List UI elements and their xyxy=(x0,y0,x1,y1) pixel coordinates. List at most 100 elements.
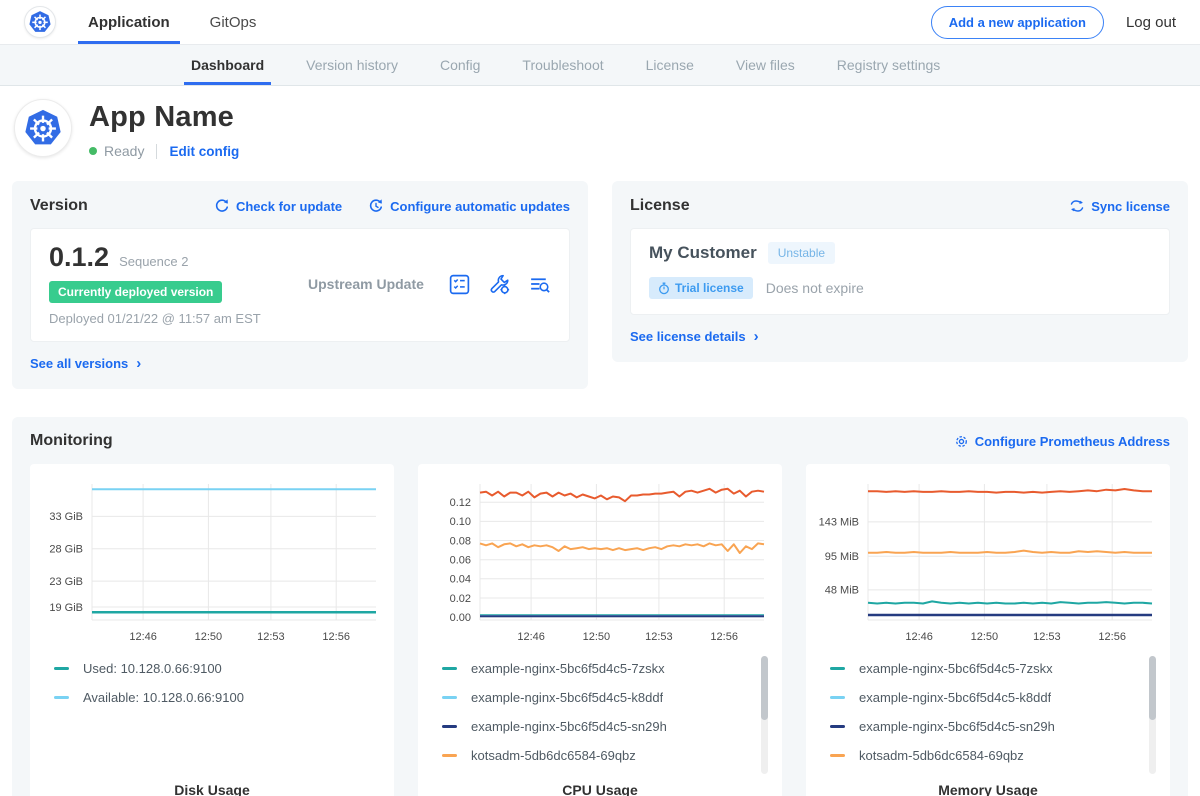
legend-label: example-nginx-5bc6f5d4c5-sn29h xyxy=(471,719,667,734)
legend-label: Used: 10.128.0.66:9100 xyxy=(83,661,222,676)
page-title: App Name xyxy=(89,101,239,134)
legend-swatch xyxy=(830,667,845,670)
edit-config-link[interactable]: Edit config xyxy=(169,144,239,159)
svg-text:0.12: 0.12 xyxy=(450,497,471,509)
svg-text:19 GiB: 19 GiB xyxy=(49,602,83,614)
cpu-usage-chart: 0.000.020.040.060.080.100.1212:4612:5012… xyxy=(428,476,772,648)
app-header: App Name Ready Edit config xyxy=(0,86,1200,173)
legend-scrollbar-thumb[interactable] xyxy=(1149,656,1156,720)
memory-usage-legend: example-nginx-5bc6f5d4c5-7zskxexample-ng… xyxy=(830,654,1160,770)
legend-scrollbar[interactable] xyxy=(1149,656,1156,774)
legend-swatch xyxy=(830,725,845,728)
svg-text:0.04: 0.04 xyxy=(450,574,471,586)
tab-version-history[interactable]: Version history xyxy=(285,45,419,85)
memory-usage-chart-card: 48 MiB95 MiB143 MiB12:4612:5012:5312:56 … xyxy=(806,464,1170,796)
svg-text:23 GiB: 23 GiB xyxy=(49,576,83,588)
divider xyxy=(156,144,157,159)
chevron-right-icon: › xyxy=(754,328,759,345)
legend-label: kotsadm-5db6dc6584-69qbz xyxy=(471,748,636,763)
topnav-tab-label: GitOps xyxy=(210,14,257,31)
current-version-card: 0.1.2 Sequence 2 Currently deployed vers… xyxy=(30,228,570,342)
svg-text:143 MiB: 143 MiB xyxy=(819,517,859,529)
svg-text:12:46: 12:46 xyxy=(517,631,545,643)
monitoring-panel: Monitoring Configure Prometheus Address … xyxy=(12,417,1188,796)
svg-text:33 GiB: 33 GiB xyxy=(49,511,83,523)
legend-item: example-nginx-5bc6f5d4c5-k8ddf xyxy=(442,683,746,712)
svg-text:12:56: 12:56 xyxy=(1098,631,1126,643)
tab-config[interactable]: Config xyxy=(419,45,501,85)
svg-text:12:50: 12:50 xyxy=(195,631,223,643)
memory-usage-chart: 48 MiB95 MiB143 MiB12:4612:5012:5312:56 xyxy=(816,476,1160,648)
check-for-update-link[interactable]: Check for update xyxy=(214,198,342,214)
chevron-right-icon: › xyxy=(136,355,141,372)
configure-automatic-updates-link[interactable]: Configure automatic updates xyxy=(368,198,570,214)
logout-button[interactable]: Log out xyxy=(1126,14,1176,31)
legend-item: example-nginx-5bc6f5d4c5-k8ddf xyxy=(830,683,1134,712)
monitoring-title: Monitoring xyxy=(30,432,113,450)
deployed-timestamp: Deployed 01/21/22 @ 11:57 am EST xyxy=(49,311,304,326)
svg-text:48 MiB: 48 MiB xyxy=(825,585,859,597)
version-panel-title: Version xyxy=(30,197,88,215)
legend-swatch xyxy=(830,696,845,699)
legend-label: example-nginx-5bc6f5d4c5-7zskx xyxy=(471,661,665,676)
preflight-checklist-icon[interactable] xyxy=(448,273,471,296)
legend-label: Available: 10.128.0.66:9100 xyxy=(83,690,244,705)
tab-view-files[interactable]: View files xyxy=(715,45,816,85)
chart-title: CPU Usage xyxy=(428,770,772,796)
chart-title: Disk Usage xyxy=(40,770,384,796)
svg-text:12:50: 12:50 xyxy=(971,631,999,643)
edit-config-wrench-icon[interactable] xyxy=(488,273,511,296)
version-panel: Version Check for update Confi xyxy=(12,181,588,389)
svg-text:12:46: 12:46 xyxy=(905,631,933,643)
svg-text:0.02: 0.02 xyxy=(450,593,471,605)
legend-item: Available: 10.128.0.66:9100 xyxy=(54,683,358,712)
legend-scrollbar-thumb[interactable] xyxy=(761,656,768,720)
currently-deployed-badge: Currently deployed version xyxy=(49,281,222,303)
tab-license[interactable]: License xyxy=(625,45,715,85)
legend-swatch xyxy=(442,754,457,757)
configure-prometheus-link[interactable]: Configure Prometheus Address xyxy=(954,434,1170,449)
legend-item: Used: 10.128.0.66:9100 xyxy=(54,654,358,683)
tab-troubleshoot[interactable]: Troubleshoot xyxy=(501,45,624,85)
legend-label: example-nginx-5bc6f5d4c5-sn29h xyxy=(859,719,1055,734)
svg-text:12:53: 12:53 xyxy=(257,631,285,643)
license-expiry-text: Does not expire xyxy=(766,280,864,296)
refresh-icon xyxy=(214,198,230,214)
see-all-versions-link[interactable]: See all versions › xyxy=(30,355,141,372)
trial-license-badge: Trial license xyxy=(649,277,753,299)
cpu-usage-legend: example-nginx-5bc6f5d4c5-7zskx example-ng… xyxy=(442,654,772,770)
svg-text:95 MiB: 95 MiB xyxy=(825,551,859,563)
add-application-button[interactable]: Add a new application xyxy=(931,6,1104,39)
license-panel-title: License xyxy=(630,197,690,215)
version-number: 0.1.2 xyxy=(49,242,109,273)
tab-dashboard[interactable]: Dashboard xyxy=(170,45,285,85)
version-source-label: Upstream Update xyxy=(304,276,448,292)
customer-name: My Customer xyxy=(649,243,757,263)
legend-swatch xyxy=(54,696,69,699)
kubernetes-logo-icon xyxy=(24,6,56,38)
svg-text:12:56: 12:56 xyxy=(710,631,738,643)
legend-swatch xyxy=(442,725,457,728)
legend-item: example-nginx-5bc6f5d4c5-7zskx xyxy=(830,654,1134,683)
sync-license-link[interactable]: Sync license xyxy=(1069,199,1170,214)
legend-swatch xyxy=(830,754,845,757)
svg-text:0.06: 0.06 xyxy=(450,555,471,567)
see-license-details-link[interactable]: See license details › xyxy=(630,328,759,345)
top-navbar: Application GitOps Add a new application… xyxy=(0,0,1200,44)
version-sequence: Sequence 2 xyxy=(119,254,188,269)
topnav-tab-gitops[interactable]: GitOps xyxy=(208,0,259,44)
tab-registry-settings[interactable]: Registry settings xyxy=(816,45,961,85)
sync-arrows-icon xyxy=(1069,199,1085,213)
legend-scrollbar[interactable] xyxy=(761,656,768,774)
svg-text:12:53: 12:53 xyxy=(645,631,673,643)
disk-usage-chart: 19 GiB23 GiB28 GiB33 GiB12:4612:5012:531… xyxy=(40,476,384,648)
topnav-tab-application[interactable]: Application xyxy=(86,0,172,44)
svg-text:0.10: 0.10 xyxy=(450,516,471,528)
legend-item: example-nginx-5bc6f5d4c5-sn29h xyxy=(442,712,746,741)
view-diff-logs-icon[interactable] xyxy=(528,273,551,296)
gear-icon xyxy=(954,434,969,449)
topnav-tab-label: Application xyxy=(88,14,170,31)
legend-label: example-nginx-5bc6f5d4c5-k8ddf xyxy=(471,690,663,705)
svg-text:12:56: 12:56 xyxy=(322,631,350,643)
legend-item: kotsadm-5db6dc6584-69qbz xyxy=(442,741,746,770)
